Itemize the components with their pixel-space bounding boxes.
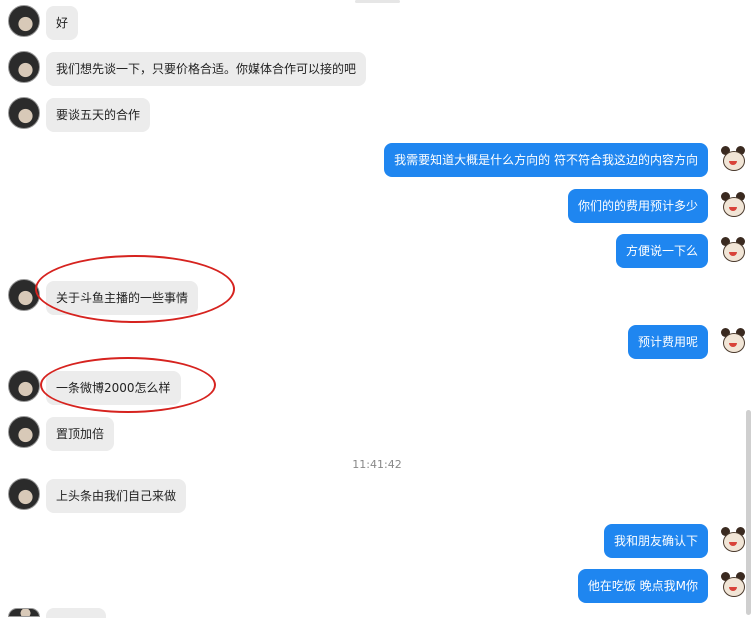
message-timestamp: 11:41:42 [352, 458, 402, 471]
outgoing-message: 我需要知道大概是什么方向的 符不符合我这边的内容方向 [384, 143, 708, 177]
outgoing-message: 他在吃饭 晚点我M你 [577, 569, 708, 603]
incoming-message: 要谈五天的合作 [46, 98, 151, 132]
contact-avatar[interactable] [8, 5, 40, 37]
my-avatar[interactable] [720, 192, 746, 218]
outgoing-message: 方便说一下么 [615, 234, 708, 268]
highlight-circle [40, 357, 216, 413]
incoming-message-partial [46, 608, 106, 618]
outgoing-message: 你们的的费用预计多少 [567, 189, 708, 223]
top-divider [355, 0, 400, 3]
contact-avatar[interactable] [8, 51, 40, 83]
my-avatar[interactable] [720, 146, 746, 172]
chat-window: 好 我们想先谈一下，只要价格合适。你媒体合作可以接的吧 要谈五天的合作 我需要知… [0, 0, 754, 618]
my-avatar[interactable] [720, 527, 746, 553]
contact-avatar[interactable] [8, 97, 40, 129]
scrollbar[interactable] [746, 410, 751, 615]
highlight-circle [35, 255, 235, 323]
outgoing-message: 预计费用呢 [627, 325, 708, 359]
outgoing-message: 我和朋友确认下 [603, 524, 708, 558]
contact-avatar[interactable] [8, 370, 40, 402]
my-avatar[interactable] [720, 572, 746, 598]
contact-avatar[interactable] [8, 478, 40, 510]
contact-avatar[interactable] [8, 608, 40, 617]
incoming-message: 上头条由我们自己来做 [46, 479, 187, 513]
my-avatar[interactable] [720, 237, 746, 263]
my-avatar[interactable] [720, 328, 746, 354]
contact-avatar[interactable] [8, 416, 40, 448]
incoming-message: 好 [46, 6, 79, 40]
incoming-message: 置顶加倍 [46, 417, 115, 451]
incoming-message: 我们想先谈一下，只要价格合适。你媒体合作可以接的吧 [46, 52, 367, 86]
